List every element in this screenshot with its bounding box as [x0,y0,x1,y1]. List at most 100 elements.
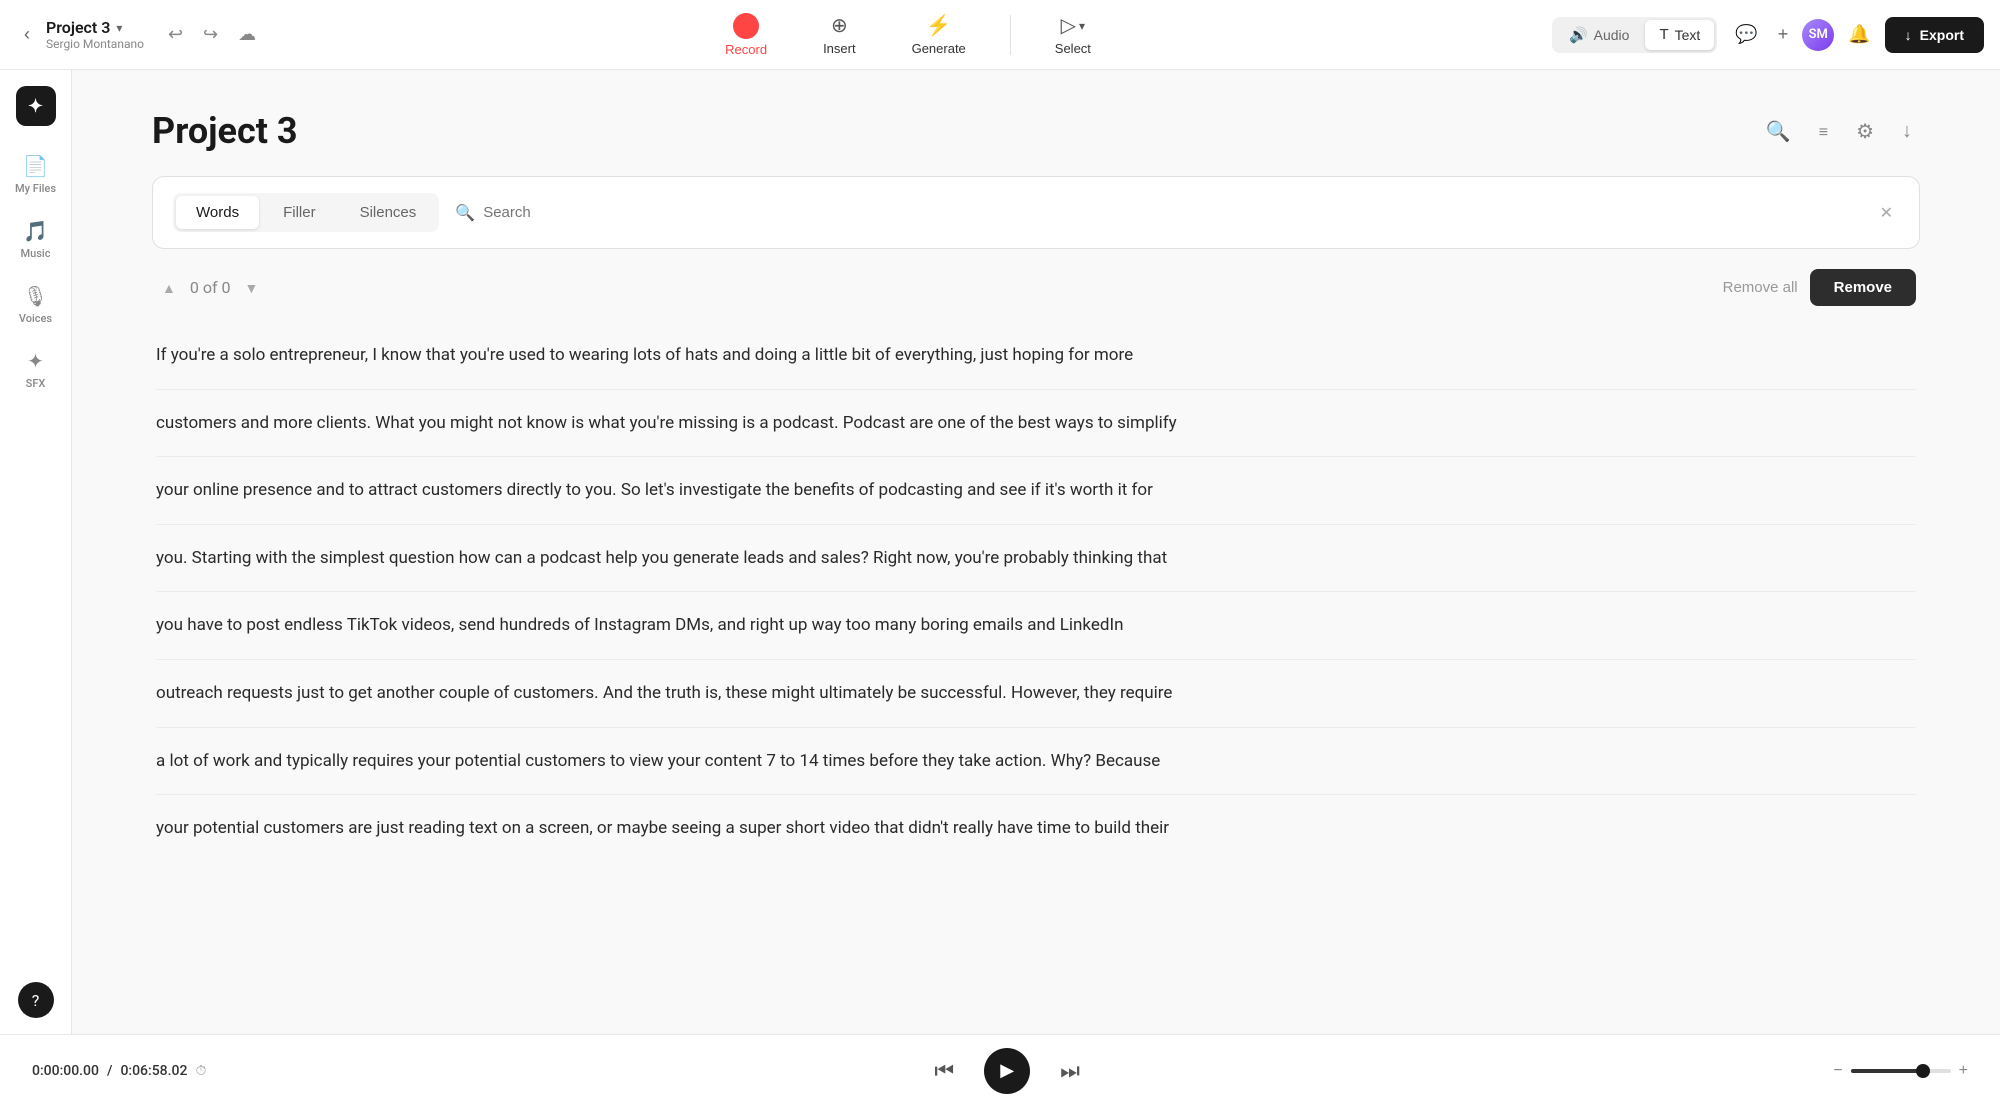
project-info: Project 3 ▾ Sergio Montanano [46,18,144,51]
search-input[interactable] [483,204,1865,221]
search-container: 🔍 ✕ [455,201,1899,225]
rewind-button[interactable]: ⏮ [928,1052,960,1090]
export-button[interactable]: ↓ Export [1885,17,1984,53]
notification-button[interactable]: 🔔 [1842,18,1876,51]
volume-thumb[interactable] [1916,1064,1930,1078]
select-button[interactable]: ▷ ▾ Select [1043,7,1103,62]
record-tool-button[interactable]: Record [713,7,779,63]
filter-toolbar-button[interactable]: ≡ [1811,112,1836,151]
main-layout: ✦ 📄 My Files 🎵 Music 🎙 Voices ✦ SFX ? Pr… [0,70,2000,1034]
header-history: ↩ ↪ ☁ [160,18,264,51]
remove-all-label: Remove all [1723,279,1798,296]
project-main-title: Project 3 [152,110,298,152]
tab-silences[interactable]: Silences [340,196,437,229]
bottom-player: 0:00:00.00 / 0:06:58.02 ⏱ ⏮ ▶ ⏭ − + [0,1034,2000,1106]
text-toggle-button[interactable]: T Text [1645,20,1714,50]
remove-all-button[interactable]: Remove all [1723,279,1798,296]
sidebar-label-music: Music [21,247,51,260]
select-chevron: ▾ [1079,19,1085,33]
generate-tool-button[interactable]: ⚡ Generate [900,7,978,62]
nav-down-button[interactable]: ▼ [238,276,264,300]
search-toolbar-icon: 🔍 [1766,121,1791,143]
transcript-paragraph-6: a lot of work and typically requires you… [156,728,1916,796]
insert-tool-button[interactable]: ⊕ Insert [811,7,868,62]
volume-plus-button[interactable]: + [1959,1062,1968,1080]
export-label: Export [1920,27,1964,43]
nav-up-button[interactable]: ▲ [156,276,182,300]
header: ‹ Project 3 ▾ Sergio Montanano ↩ ↪ ☁ Rec… [0,0,2000,70]
counter-text: 0 of 0 [190,278,231,297]
select-icon-row: ▷ ▾ [1061,13,1085,38]
sidebar-logo[interactable]: ✦ [16,86,56,126]
add-button[interactable]: + [1772,18,1795,51]
tab-filler[interactable]: Filler [263,196,336,229]
search-icon: 🔍 [455,203,475,222]
text-icon: T [1659,26,1668,43]
nav-counter-row: ▲ 0 of 0 ▼ Remove all Remove [152,269,1920,322]
support-icon: ? [32,991,40,1010]
sidebar-label-voices: Voices [19,312,52,325]
transcript-paragraph-0: If you're a solo entrepreneur, I know th… [156,322,1916,390]
volume-control: − + [1808,1062,1968,1080]
select-icon: ▷ [1061,13,1076,38]
cloud-sync-button[interactable]: ☁ [230,18,264,51]
support-button[interactable]: ? [18,982,54,1018]
download-toolbar-icon: ↓ [1902,120,1912,142]
transcript-paragraph-3: you. Starting with the simplest question… [156,525,1916,593]
back-button[interactable]: ‹ [16,20,38,49]
volume-slider[interactable] [1851,1069,1951,1073]
header-center: Record ⊕ Insert ⚡ Generate ▷ ▾ Select [276,7,1540,63]
transcript-paragraph-4: you have to post endless TikTok videos, … [156,592,1916,660]
sidebar-item-sfx[interactable]: ✦ SFX [6,341,66,398]
my-files-icon: 📄 [23,154,48,178]
transcript-paragraph-1: customers and more clients. What you mig… [156,390,1916,458]
filter-search-container: Words Filler Silences 🔍 ✕ [152,176,1920,249]
settings-toolbar-icon: ⚙ [1856,121,1874,143]
header-right: 🔊 Audio T Text 💬 + SM 🔔 ↓ Export [1552,17,1984,53]
volume-minus-button[interactable]: − [1833,1062,1842,1080]
remove-button[interactable]: Remove [1810,269,1916,306]
volume-fill [1851,1069,1923,1073]
remove-label: Remove [1834,279,1892,296]
sidebar-item-my-files[interactable]: 📄 My Files [6,146,66,203]
search-clear-button[interactable]: ✕ [1874,201,1899,225]
sidebar-item-music[interactable]: 🎵 Music [6,211,66,268]
tab-filler-label: Filler [283,204,316,221]
text-label: Text [1675,27,1701,43]
logo-mark: ✦ [28,96,43,117]
undo-button[interactable]: ↩ [160,18,191,51]
redo-button[interactable]: ↪ [195,18,226,51]
filter-toolbar-icon: ≡ [1819,124,1828,141]
generate-icon: ⚡ [926,13,951,38]
generate-label: Generate [912,41,966,56]
tab-words[interactable]: Words [176,196,259,229]
project-header-row: Project 3 🔍 ≡ ⚙ ↓ [152,110,1920,152]
audio-toggle-button[interactable]: 🔊 Audio [1555,20,1644,50]
sidebar-label-sfx: SFX [26,377,46,390]
fast-forward-button[interactable]: ⏭ [1054,1052,1086,1090]
audio-icon: 🔊 [1569,26,1588,44]
time-display: 0:00:00.00 / 0:06:58.02 ⏱ [32,1063,206,1079]
notification-icon: 🔔 [1848,24,1870,44]
filter-tabs: Words Filler Silences [173,193,439,232]
record-icon [733,13,759,39]
tab-words-label: Words [196,204,239,221]
sfx-icon: ✦ [27,349,44,373]
sidebar-item-voices[interactable]: 🎙 Voices [6,276,66,333]
chat-button[interactable]: 💬 [1729,18,1763,51]
download-toolbar-button[interactable]: ↓ [1894,112,1920,151]
tab-silences-label: Silences [360,204,417,221]
content-area: Project 3 🔍 ≡ ⚙ ↓ Words [72,70,2000,1034]
avatar[interactable]: SM [1802,19,1834,51]
project-toolbar: 🔍 ≡ ⚙ ↓ [1758,111,1920,152]
current-time: 0:00:00.00 [32,1063,99,1079]
audio-text-toggle: 🔊 Audio T Text [1552,17,1717,53]
clock-icon[interactable]: ⏱ [195,1063,206,1079]
project-dropdown-icon[interactable]: ▾ [116,21,122,35]
sidebar-label-my-files: My Files [15,182,56,195]
insert-icon: ⊕ [831,13,848,38]
settings-toolbar-button[interactable]: ⚙ [1848,111,1882,152]
play-pause-button[interactable]: ▶ [984,1048,1030,1094]
volume-minus-icon: − [1833,1062,1842,1079]
search-toolbar-button[interactable]: 🔍 [1758,111,1799,152]
